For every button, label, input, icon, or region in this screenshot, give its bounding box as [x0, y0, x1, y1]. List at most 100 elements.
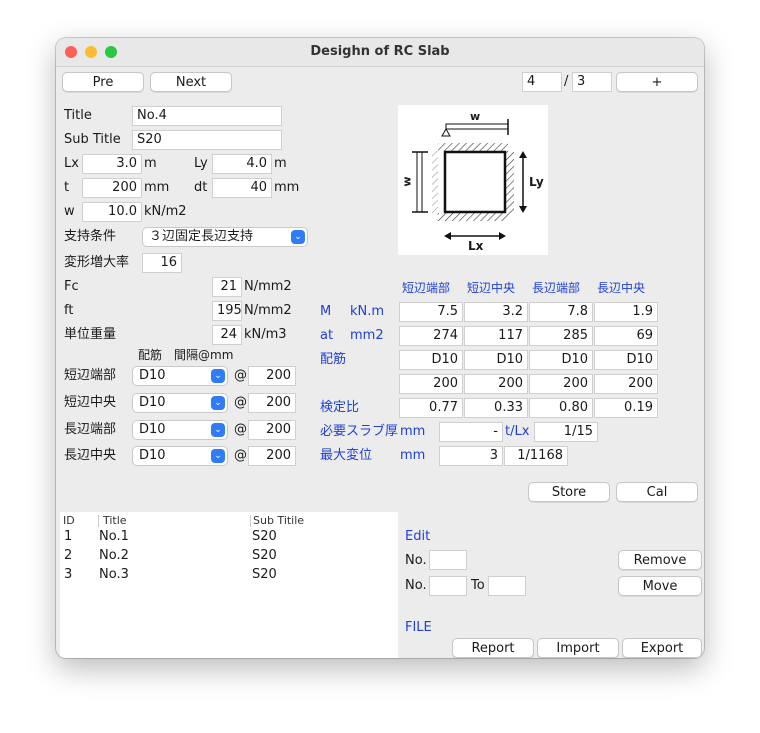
report-button[interactable]: Report	[452, 638, 534, 658]
ft-input[interactable]: 195	[212, 301, 242, 321]
store-button[interactable]: Store	[528, 482, 610, 502]
ratio-short-end: 0.77	[399, 398, 463, 418]
m-short-end: 7.5	[399, 302, 463, 322]
remove-no-input[interactable]	[429, 550, 467, 570]
rebar-bar-select[interactable]: D10 ⌄	[132, 420, 228, 440]
t-input[interactable]: 200	[82, 178, 142, 198]
list-item-id: 1	[64, 529, 73, 544]
weight-unit: kN/m3	[244, 327, 287, 342]
rebar-pitch-input[interactable]: 200	[248, 446, 296, 466]
subtitle-label: Sub Title	[64, 132, 121, 147]
bar-short-end: D10	[399, 350, 463, 370]
list-header-id[interactable]: ID	[63, 514, 75, 527]
deflection-value: 3	[439, 446, 503, 466]
list-header-subtitle[interactable]: Sub Titile	[253, 514, 304, 527]
current-record-field[interactable]: 4	[522, 72, 562, 92]
ratio-short-center: 0.33	[464, 398, 528, 418]
t-label: t	[64, 180, 70, 195]
slab-diagram: w w Ly Lx	[398, 105, 548, 255]
list-item-id: 3	[64, 567, 73, 582]
rebar-row-label: 長辺中央	[64, 448, 117, 463]
diagram-w-left: w	[400, 176, 414, 187]
file-label: FILE	[405, 620, 432, 635]
edit-no-label: No.	[405, 553, 427, 568]
rebar-bar-select[interactable]: D10 ⌄	[132, 446, 228, 466]
bar-long-end: D10	[529, 350, 593, 370]
at-long-end: 285	[529, 326, 593, 346]
at-unit: mm2	[350, 328, 384, 343]
deform-input[interactable]: 16	[142, 253, 182, 273]
bar-long-center: D10	[594, 350, 658, 370]
m-long-end: 7.8	[529, 302, 593, 322]
m-long-center: 1.9	[594, 302, 658, 322]
weight-label: 単位重量	[64, 327, 117, 342]
pitch-long-center: 200	[594, 374, 658, 394]
haikin-label: 配筋	[320, 352, 347, 367]
at-short-end: 274	[399, 326, 463, 346]
rebar-bar-value: D10	[139, 368, 166, 383]
ratio-long-end: 0.80	[529, 398, 593, 418]
move-to-label: To	[471, 578, 485, 593]
record-list[interactable]: ID Title Sub Titile 1 No.1 S20 2 No.2 S2…	[60, 512, 398, 658]
move-no-label: No.	[405, 578, 427, 593]
move-button[interactable]: Move	[618, 576, 702, 596]
import-button[interactable]: Import	[537, 638, 619, 658]
rebar-pitch-input[interactable]: 200	[248, 420, 296, 440]
ly-label: Ly	[194, 156, 208, 171]
ft-label: ft	[64, 303, 74, 318]
column-divider	[98, 515, 99, 527]
support-select[interactable]: ３辺固定長辺支持 ⌄	[142, 227, 308, 247]
lx-input[interactable]: 3.0	[82, 154, 142, 174]
w-label: w	[64, 204, 75, 219]
chevron-down-icon: ⌄	[291, 230, 305, 244]
chevron-down-icon: ⌄	[211, 396, 225, 410]
pitch-long-end: 200	[529, 374, 593, 394]
rebar-row-label: 短辺端部	[64, 368, 117, 383]
at-symbol: @	[234, 422, 247, 437]
ratio-long-center: 0.19	[594, 398, 658, 418]
move-to-input[interactable]	[488, 576, 526, 596]
at-long-center: 69	[594, 326, 658, 346]
t-unit: mm	[144, 180, 170, 195]
ly-input[interactable]: 4.0	[212, 154, 272, 174]
diagram-lx: Lx	[468, 239, 484, 253]
list-item-title: No.3	[99, 567, 129, 582]
at-short-center: 117	[464, 326, 528, 346]
dt-unit: mm	[274, 180, 300, 195]
m-label: M	[320, 304, 332, 319]
fc-input[interactable]: 21	[212, 277, 242, 297]
list-item-subtitle: S20	[252, 529, 277, 544]
window-title: Desighn of RC Slab	[310, 44, 450, 59]
w-input[interactable]: 10.0	[82, 202, 142, 222]
total-records-field[interactable]: 3	[572, 72, 612, 92]
chevron-down-icon: ⌄	[211, 449, 225, 463]
rebar-pitch-input[interactable]: 200	[248, 393, 296, 413]
rebar-row-label: 長辺端部	[64, 422, 117, 437]
rebar-bar-select[interactable]: D10 ⌄	[132, 366, 228, 386]
cal-button[interactable]: Cal	[616, 482, 698, 502]
thickness-value: -	[439, 422, 503, 442]
add-record-button[interactable]: +	[616, 72, 698, 92]
fc-unit: N/mm2	[244, 279, 292, 294]
weight-input[interactable]: 24	[212, 325, 242, 345]
list-header-title[interactable]: Title	[103, 514, 127, 527]
remove-button[interactable]: Remove	[618, 550, 702, 570]
list-item-title: No.1	[99, 529, 129, 544]
next-button[interactable]: Next	[150, 72, 232, 92]
export-button[interactable]: Export	[622, 638, 702, 658]
at-symbol: @	[234, 395, 247, 410]
edit-label: Edit	[405, 529, 431, 544]
pre-button[interactable]: Pre	[62, 72, 144, 92]
dt-input[interactable]: 40	[212, 178, 272, 198]
thickness-unit: mm	[400, 424, 426, 439]
rebar-bar-select[interactable]: D10 ⌄	[132, 393, 228, 413]
deflection-label: 最大変位	[320, 448, 373, 463]
move-from-input[interactable]	[429, 576, 467, 596]
lx-unit: m	[144, 156, 157, 171]
chevron-down-icon: ⌄	[211, 423, 225, 437]
rebar-pitch-input[interactable]: 200	[248, 366, 296, 386]
subtitle-input[interactable]: S20	[132, 130, 282, 150]
title-input[interactable]: No.4	[132, 106, 282, 126]
result-header-short-end: 短辺端部	[402, 281, 451, 295]
rebar-bar-value: D10	[139, 422, 166, 437]
